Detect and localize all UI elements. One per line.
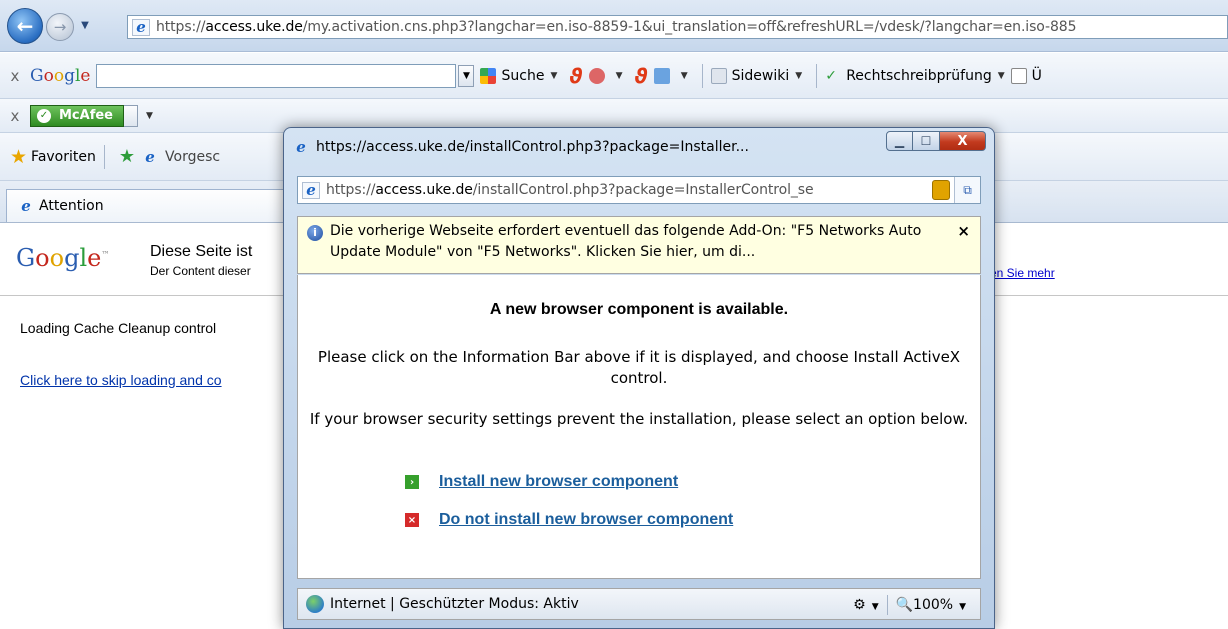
mcafee-button[interactable]: ✓ McAfee [30, 104, 124, 127]
info-bar-text[interactable]: Die vorherige Webseite erfordert eventue… [330, 223, 921, 260]
ie-page-icon: e [145, 147, 155, 166]
banner-subtitle: Der Content dieser [150, 264, 251, 278]
mcafee-menu-button[interactable] [124, 104, 138, 127]
google-logo: Google™ [16, 244, 110, 272]
spellcheck-icon: ✓ [825, 67, 837, 84]
loading-text: Loading Cache Cleanup control [20, 320, 217, 336]
minimize-button[interactable]: ▁ [886, 131, 913, 151]
popup-content: A new browser component is available. Pl… [297, 275, 981, 579]
back-arrow-icon: ← [16, 14, 34, 38]
google-logo[interactable]: Google [30, 66, 90, 86]
learn-more-link[interactable]: en Sie mehr [990, 266, 1055, 280]
suggested-sites-link[interactable]: Vorgesc [165, 149, 220, 165]
globe-icon [306, 595, 324, 613]
back-button[interactable]: ← [7, 8, 43, 44]
translate-icon [1010, 67, 1027, 84]
bookmark-button[interactable]: ▼ [588, 67, 623, 84]
speech-bubble-icon [710, 67, 727, 84]
skip-loading-link[interactable]: Click here to skip loading and co [20, 372, 222, 388]
popup-address-bar[interactable]: e https://access.uke.de/installControl.p… [297, 176, 981, 204]
green-arrow-icon: › [405, 475, 419, 489]
zoom-dropdown-icon[interactable]: ▼ [959, 602, 966, 612]
ie-page-icon: e [302, 181, 320, 199]
google-toolbar: x Google ▼ Suche ▼ ϑ ▼ ϑ ▼ Sidewiki ▼ ✓ Re… [0, 53, 1228, 99]
window-controls: ▁ ☐ X [886, 131, 986, 151]
forward-arrow-icon: → [53, 18, 67, 36]
install-option[interactable]: › Install new browser component [405, 473, 678, 491]
zoom-level: 100% [913, 597, 954, 613]
shield-info-icon: i [307, 225, 323, 241]
ie-page-icon: e [296, 137, 306, 156]
install-control-popup: e https://access.uke.de/installControl.p… [283, 127, 995, 629]
security-text: If your browser security settings preven… [309, 410, 969, 428]
ie-page-icon: e [21, 197, 31, 215]
plus-icon [653, 67, 670, 84]
status-bar: Internet | Geschützter Modus: Aktiv ⚙ ▼ 🔍… [297, 588, 981, 620]
sidewiki-button[interactable]: Sidewiki ▼ [710, 67, 802, 84]
tab-attention[interactable]: e Attention [6, 188, 296, 222]
separator [886, 595, 888, 615]
close-button[interactable]: X [940, 131, 986, 151]
close-toolbar-icon[interactable]: x [0, 67, 30, 85]
google-colors-icon [480, 67, 497, 84]
separator [816, 63, 818, 88]
popup-title-bar[interactable]: e https://access.uke.de/installControl.p… [292, 137, 749, 156]
suche-button[interactable]: Suche ▼ [480, 67, 557, 84]
address-text[interactable]: https://access.uke.de/my.activation.cns.… [156, 19, 1076, 35]
mcafee-dropdown-icon[interactable]: ▼ [146, 111, 153, 121]
bookmark-icon [588, 67, 605, 84]
popup-address-text[interactable]: https://access.uke.de/installControl.php… [326, 182, 814, 198]
security-zone-text[interactable]: Internet | Geschützter Modus: Aktiv [330, 596, 579, 612]
navigation-bar: ← → ▼ e https://access.uke.de/my.activat… [0, 0, 1228, 52]
plus-button[interactable]: ▼ [653, 67, 688, 84]
favorites-button[interactable]: Favoriten [31, 149, 96, 165]
banner-title: Diese Seite ist [150, 243, 253, 260]
popup-window-title: https://access.uke.de/installControl.php… [316, 138, 749, 155]
close-toolbar-icon[interactable]: x [0, 107, 30, 125]
separator [701, 63, 703, 88]
spellcheck-button[interactable]: ✓ Rechtschreibprüfung ▼ [825, 68, 1004, 84]
information-bar[interactable]: i Die vorherige Webseite erfordert event… [297, 216, 981, 274]
decline-option[interactable]: × Do not install new browser component [405, 511, 733, 529]
google-search-input[interactable] [96, 63, 457, 88]
close-info-bar-icon[interactable]: × [957, 221, 970, 242]
favorites-star-icon: ★ [10, 145, 28, 168]
status-controls: ⚙ ▼ 🔍100% ▼ [853, 595, 966, 615]
maximize-button[interactable]: ☐ [913, 131, 940, 151]
component-heading: A new browser component is available. [489, 301, 789, 318]
lock-icon[interactable] [932, 180, 950, 200]
tab-title: Attention [39, 198, 104, 214]
swirl-icon-2[interactable]: ϑ [635, 64, 648, 88]
do-not-install-link[interactable]: Do not install new browser component [439, 511, 733, 529]
address-bar[interactable]: e https://access.uke.de/my.activation.cn… [127, 15, 1228, 39]
red-x-icon: × [405, 513, 419, 527]
history-dropdown-button[interactable]: ▼ [78, 17, 92, 33]
forward-button[interactable]: → [46, 13, 74, 41]
swirl-icon[interactable]: ϑ [569, 64, 582, 88]
protected-mode-icon[interactable]: ⚙ ▼ [853, 597, 878, 613]
zoom-control[interactable]: 🔍100% ▼ [896, 597, 966, 613]
translate-button[interactable]: Ü [1010, 67, 1042, 84]
instruction-text: Please click on the Information Bar abov… [317, 348, 961, 387]
check-icon: ✓ [37, 108, 51, 123]
separator [103, 144, 105, 169]
install-component-link[interactable]: Install new browser component [439, 473, 678, 491]
search-dropdown-button[interactable]: ▼ [458, 64, 475, 87]
compatibility-view-icon[interactable]: ⧉ [954, 177, 980, 203]
ie-page-icon: e [132, 18, 150, 36]
add-favorite-icon[interactable]: ★ [119, 146, 135, 167]
